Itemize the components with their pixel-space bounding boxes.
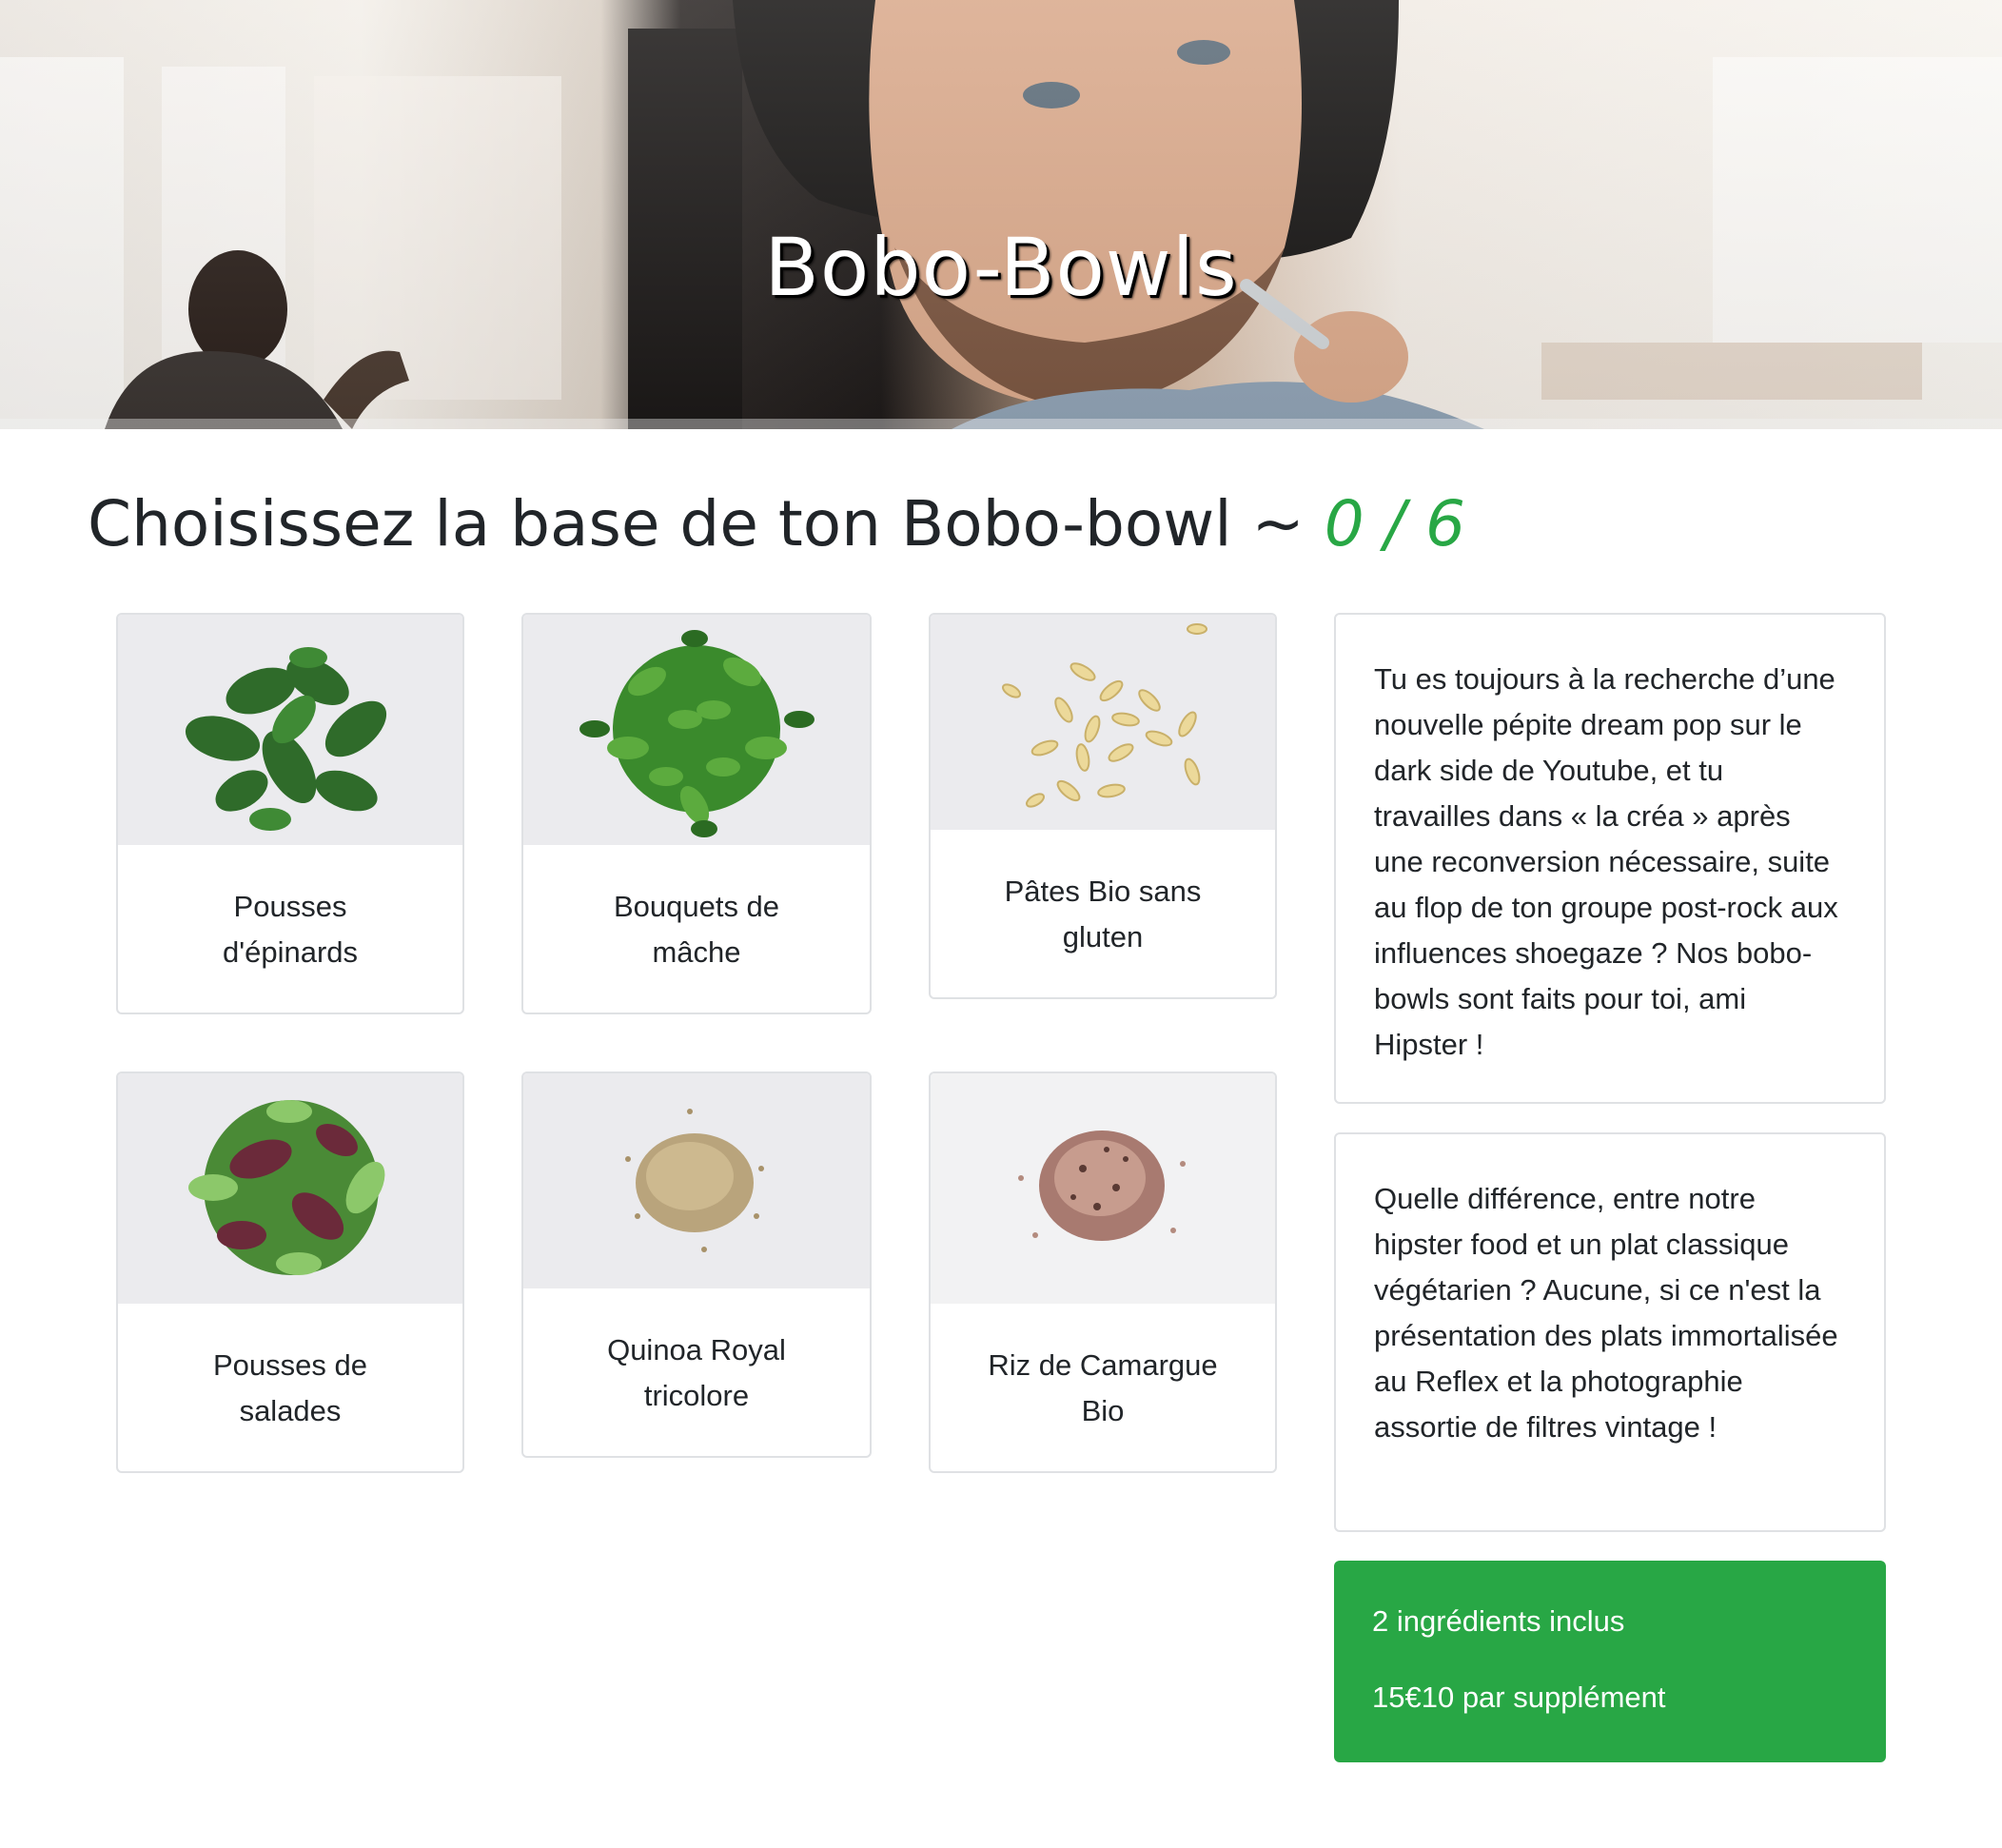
ingredient-label: Pousses d'épinards — [222, 890, 359, 969]
ingredient-card-quinoa[interactable]: Quinoa Royal tricolore — [521, 1071, 872, 1458]
ingredient-card-lambs-lettuce[interactable]: Bouquets de mâche — [521, 613, 872, 1014]
ingredient-label: Riz de Camargue Bio — [988, 1348, 1218, 1427]
selection-counter: 0 / 6 — [1324, 487, 1465, 560]
ingredient-card-rice[interactable]: Riz de Camargue Bio — [929, 1071, 1277, 1473]
pasta-image — [931, 615, 1275, 830]
salad-mix-image — [118, 1073, 462, 1304]
info-panel-difference: Quelle différence, entre notre hipster f… — [1334, 1132, 1886, 1532]
rice-image — [931, 1073, 1275, 1304]
ingredient-card-spinach[interactable]: Pousses d'épinards — [116, 613, 464, 1014]
page-title-text: Choisissez la base de ton Bobo-bowl ~ — [88, 487, 1325, 560]
quinoa-image — [523, 1073, 870, 1288]
ingredient-label: Pâtes Bio sans gluten — [1004, 875, 1202, 953]
site-title: Bobo-Bowls — [764, 221, 1238, 314]
lambs-lettuce-image — [523, 615, 870, 845]
info-paragraph: Tu es toujours à la recherche d’une nouv… — [1374, 662, 1838, 1061]
ingredient-label: Bouquets de mâche — [613, 890, 780, 969]
ingredient-card-pasta[interactable]: Pâtes Bio sans gluten — [929, 613, 1277, 999]
included-ingredients: 2 ingrédients inclus — [1372, 1604, 1625, 1638]
ingredient-card-salad-mix[interactable]: Pousses de salades — [116, 1071, 464, 1473]
info-paragraph: Quelle différence, entre notre hipster f… — [1374, 1182, 1838, 1444]
hero-banner: Bobo-Bowls — [0, 0, 2002, 429]
page-title: Choisissez la base de ton Bobo-bowl ~ 0 … — [88, 487, 1465, 560]
spinach-image — [118, 615, 462, 845]
ingredient-label: Quinoa Royal tricolore — [607, 1333, 786, 1412]
pricing-panel: 2 ingrédients inclus 15€10 par supplémen… — [1334, 1561, 1886, 1762]
info-panel-hipster: Tu es toujours à la recherche d’une nouv… — [1334, 613, 1886, 1104]
ingredient-label: Pousses de salades — [213, 1348, 367, 1427]
supplement-price: 15€10 par supplément — [1372, 1681, 1666, 1714]
